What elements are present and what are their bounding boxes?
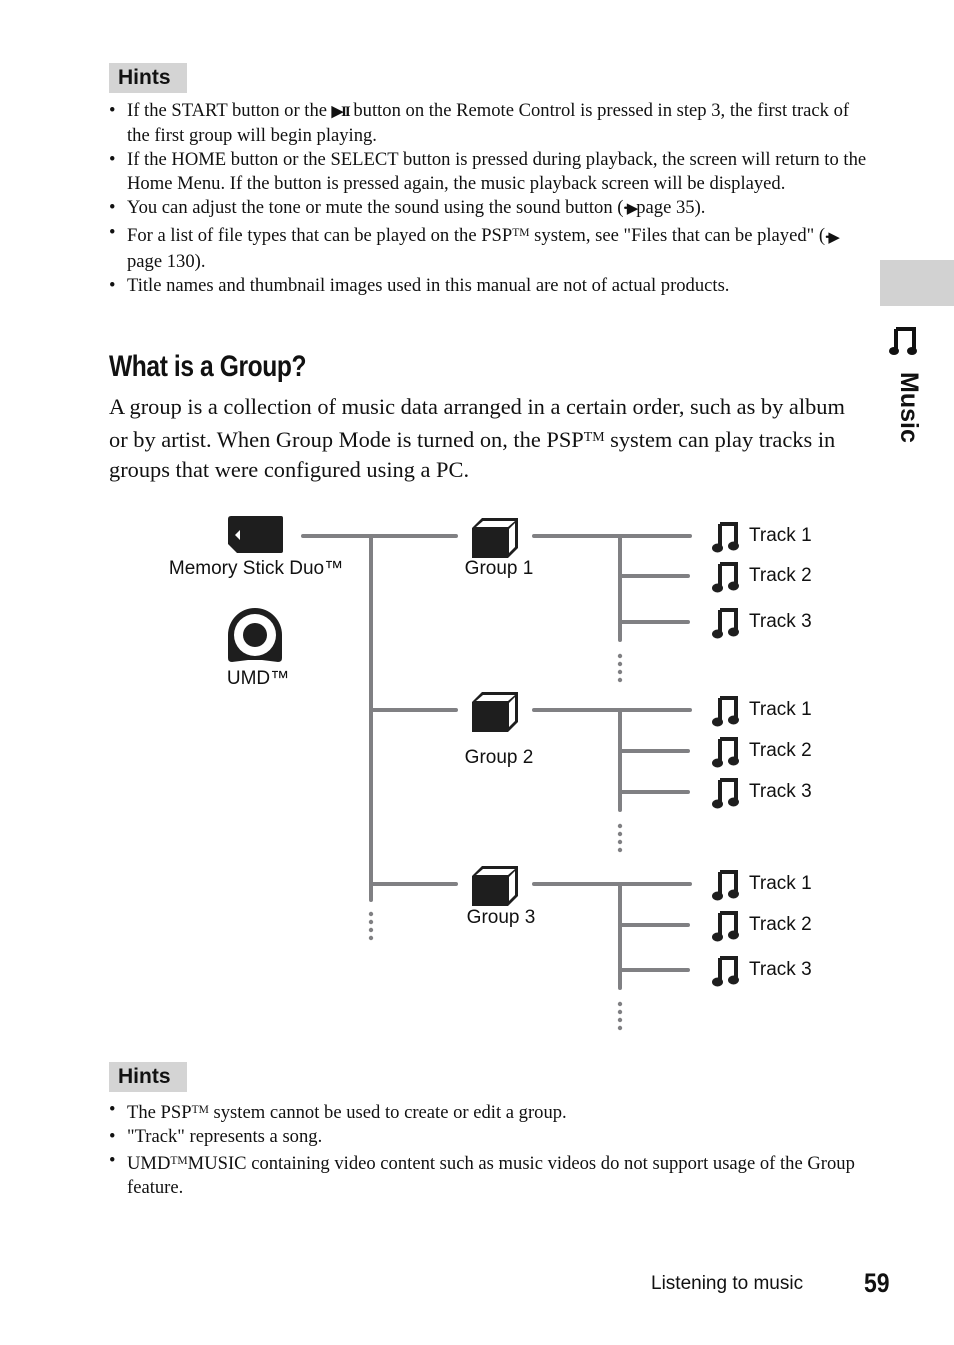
hint-item: • UMDTMMUSIC containing video content suc…: [109, 1150, 855, 1199]
track-label: Track 3: [749, 611, 812, 632]
folder-box-icon: [472, 692, 518, 732]
hints-list-bottom: • The PSPTM system cannot be used to crea…: [109, 1098, 869, 1200]
footer-section-label: Listening to music: [651, 1273, 804, 1294]
continuation-dot: [368, 935, 374, 941]
trademark-mark: TM: [191, 1104, 209, 1116]
side-tab-marker: [880, 260, 954, 306]
track-label: Track 3: [749, 781, 812, 802]
trademark-mark: TM: [170, 1155, 188, 1168]
side-tab-label: Music: [895, 372, 923, 443]
music-note-icon: [889, 327, 917, 355]
hint-item: • If the HOME button or the SELECT button…: [109, 149, 867, 194]
folder-box-icon: [472, 866, 518, 906]
music-note-icon: [712, 562, 739, 593]
group-label: Group 1: [465, 558, 534, 579]
continuation-dot: [368, 927, 374, 933]
track-label: Track 1: [749, 525, 812, 546]
page-ref-icon: ••▶: [623, 201, 638, 217]
track-label: Track 1: [749, 699, 812, 720]
umd-disc-icon: [228, 608, 282, 662]
continuation-dot: [617, 847, 623, 853]
continuation-dot: [617, 653, 623, 659]
bullet: •: [109, 275, 116, 297]
hints-list-top: • If the START button or the ▶II button o…: [109, 99, 869, 298]
track-label: Track 2: [749, 565, 812, 586]
hint-item: • If the START button or the ▶II button o…: [109, 100, 850, 146]
continuation-dot: [617, 831, 623, 837]
bullet: •: [109, 100, 116, 121]
continuation-dot: [617, 1009, 623, 1015]
source-label: UMD™: [227, 668, 289, 689]
continuation-dot: [617, 1001, 623, 1007]
continuation-dot: [617, 677, 623, 683]
track-label: Track 1: [749, 873, 812, 894]
music-note-icon: [712, 608, 739, 639]
music-note-icon: [712, 696, 739, 727]
hints-badge-bottom: Hints: [109, 1062, 187, 1092]
hint-item: • The PSPTM system cannot be used to crea…: [109, 1099, 567, 1124]
bullet: •: [109, 222, 116, 244]
track-label: Track 2: [749, 914, 812, 935]
hints-badge-top: Hints: [109, 63, 187, 93]
music-note-icon: [712, 778, 739, 809]
trademark-mark: TM: [583, 429, 605, 445]
bullet: •: [109, 197, 116, 218]
music-note-icon: [712, 956, 739, 987]
music-note-icon: [712, 870, 739, 901]
bullet: •: [109, 149, 116, 170]
music-note-icon: [712, 522, 739, 553]
hint-item: • For a list of file types that can be pl…: [109, 222, 840, 273]
group-label: Group 2: [465, 747, 534, 768]
section-title: What is a Group?: [109, 350, 307, 383]
group-label: Group 3: [467, 907, 536, 928]
hint-item: • You can adjust the tone or mute the sou…: [109, 196, 869, 221]
memory-stick-icon: [228, 516, 283, 553]
continuation-dot: [617, 839, 623, 845]
continuation-dot: [617, 1017, 623, 1023]
bullet: •: [109, 1150, 116, 1172]
continuation-dot: [617, 823, 623, 829]
group-structure-diagram: Memory Stick Duo™ UMD™ Group 1 Track 1 T…: [169, 516, 812, 1031]
section-body: A group is a collection of music data ar…: [109, 394, 845, 483]
hint-item: • "Track" represents a song.: [109, 1126, 323, 1148]
music-note-icon: [712, 737, 739, 768]
continuation-dot: [617, 1025, 623, 1031]
track-label: Track 3: [749, 959, 812, 980]
continuation-dot: [617, 661, 623, 667]
page-ref-icon: ••▶: [825, 229, 840, 246]
page-number: 59: [864, 1268, 890, 1298]
folder-box-icon: [472, 518, 518, 558]
play-pause-icon: ▶II: [331, 104, 351, 120]
continuation-dot: [368, 911, 374, 917]
continuation-dot: [368, 919, 374, 925]
bullet: •: [109, 1126, 116, 1148]
music-note-icon: [712, 911, 739, 942]
bullet: •: [109, 1099, 116, 1120]
continuation-dot: [617, 669, 623, 675]
trademark-mark: TM: [512, 227, 530, 240]
track-label: Track 2: [749, 740, 812, 761]
source-label: Memory Stick Duo™: [169, 558, 343, 579]
hint-item: • Title names and thumbnail images used i…: [109, 275, 730, 297]
